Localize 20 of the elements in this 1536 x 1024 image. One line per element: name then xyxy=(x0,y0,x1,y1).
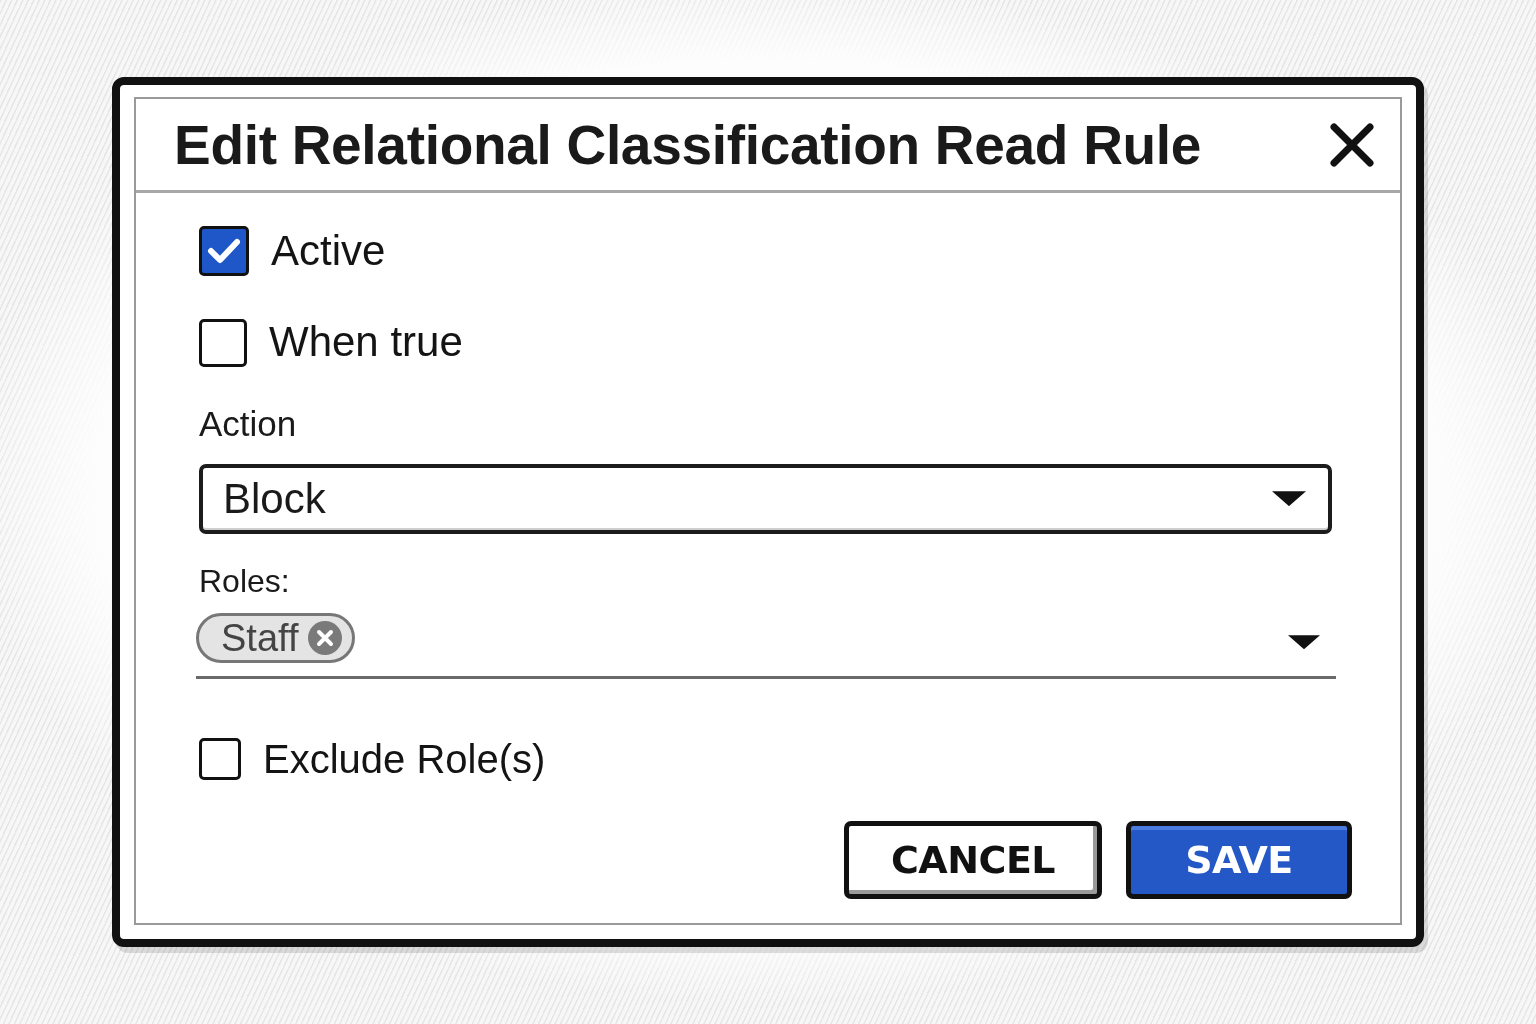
tag-label: Staff xyxy=(221,618,299,657)
caret-icon xyxy=(1272,491,1306,507)
cancel-button[interactable]: CANCEL xyxy=(844,820,1102,899)
dialog-title: Edit Relational Classification Read Rule xyxy=(174,112,1202,177)
close-button[interactable] xyxy=(1328,120,1376,169)
field-label: Action xyxy=(199,403,297,444)
action-select[interactable]: Block xyxy=(199,463,1332,534)
checkbox[interactable] xyxy=(199,226,249,277)
checkbox[interactable] xyxy=(199,318,247,367)
checkbox-label: When true xyxy=(269,317,463,368)
roles-select[interactable]: Staff xyxy=(196,612,1336,679)
checkbox-label: Exclude Role(s) xyxy=(263,735,546,783)
checkbox-label: Active xyxy=(271,226,386,276)
close-icon xyxy=(1330,122,1374,167)
caret-icon xyxy=(1288,634,1320,650)
field-label: Roles: xyxy=(199,561,290,601)
checkbox[interactable] xyxy=(199,737,241,780)
check-icon xyxy=(207,237,241,266)
save-button[interactable]: SAVE xyxy=(1126,820,1352,899)
remove-icon[interactable] xyxy=(308,620,343,655)
